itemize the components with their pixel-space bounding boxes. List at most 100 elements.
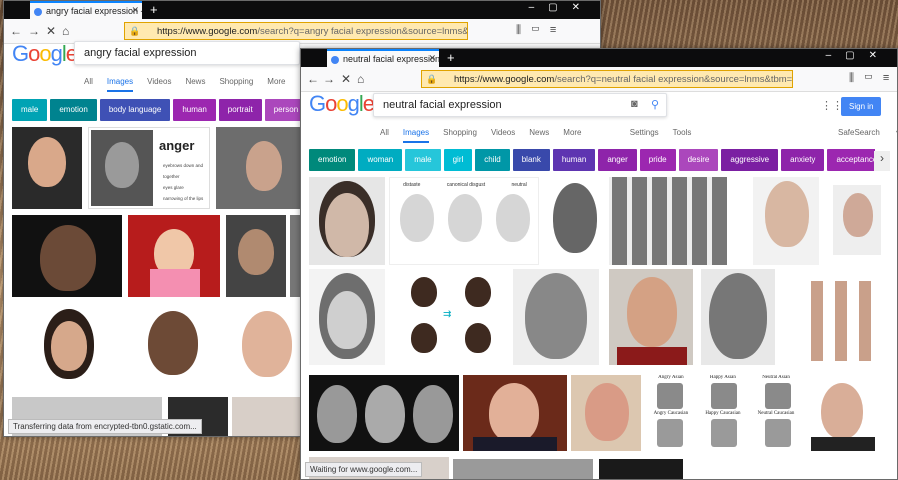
chip-blank[interactable]: blank xyxy=(512,149,550,171)
search-icon[interactable]: ⚲ xyxy=(651,98,659,111)
forward-icon[interactable]: → xyxy=(28,24,40,38)
search-query: neutral facial expression xyxy=(383,99,502,111)
image-result-expression-chart[interactable] xyxy=(799,269,881,365)
stop-icon[interactable]: ✕ xyxy=(46,24,56,38)
chip-emotion[interactable]: emotion xyxy=(309,149,356,171)
image-result[interactable] xyxy=(309,177,385,265)
image-result-face-grid[interactable] xyxy=(609,177,727,265)
tab-title: angry facial expression - Go xyxy=(46,6,142,16)
chip-aggressive[interactable]: aggressive xyxy=(721,149,779,171)
chevron-right-icon[interactable]: › xyxy=(874,151,890,171)
back-icon[interactable]: ← xyxy=(307,72,319,86)
new-tab-icon[interactable]: + xyxy=(150,2,158,17)
chip-male[interactable]: male xyxy=(12,99,48,121)
home-icon[interactable]: ⌂ xyxy=(357,72,364,86)
new-tab-icon[interactable]: + xyxy=(447,50,455,65)
image-result[interactable] xyxy=(134,303,214,389)
url-path: /search?q=angry facial expression&source… xyxy=(257,26,468,37)
tab-images[interactable]: Images xyxy=(402,128,430,143)
camera-icon[interactable]: ◙ xyxy=(631,98,638,110)
image-result[interactable] xyxy=(216,303,302,389)
panel-label: neutral xyxy=(511,182,527,188)
tab-more[interactable]: More xyxy=(563,128,581,137)
image-result[interactable] xyxy=(216,127,302,209)
image-result[interactable] xyxy=(701,269,775,365)
image-result[interactable] xyxy=(12,215,122,297)
tab-news[interactable]: News xyxy=(529,128,549,137)
front-browser-window: neutral facial expression - Go✕ + –▢✕ ← … xyxy=(300,48,898,480)
image-result[interactable] xyxy=(309,269,385,365)
image-result[interactable] xyxy=(753,177,819,265)
image-result[interactable] xyxy=(232,397,302,436)
chip-body-language[interactable]: body language xyxy=(99,99,171,121)
chip-anger[interactable]: anger xyxy=(598,149,637,171)
tab-bar: angry facial expression - Go✕ + –▢✕ xyxy=(4,1,600,19)
google-logo[interactable]: Google xyxy=(12,41,78,67)
chip-portrait[interactable]: portrait xyxy=(218,99,262,121)
image-result-asian-caucasian-grid[interactable]: Angry Asian Happy Asian Neutral Asian Angr… xyxy=(645,375,803,451)
tab-videos[interactable]: Videos xyxy=(491,128,515,137)
tab-all[interactable]: All xyxy=(84,77,93,86)
tab-images[interactable]: Images xyxy=(106,77,134,92)
image-result[interactable] xyxy=(545,177,605,265)
image-result-diagram[interactable]: ⇉ xyxy=(395,269,507,365)
image-result[interactable] xyxy=(24,303,116,389)
chip-desire[interactable]: desire xyxy=(678,149,719,171)
safesearch-link[interactable]: SafeSearch ▾ xyxy=(838,128,897,137)
tab-angry[interactable]: angry facial expression - Go✕ xyxy=(30,1,142,19)
image-result-anger-card[interactable]: anger eyebrows down and together eyes gl… xyxy=(88,127,210,209)
google-logo[interactable]: Google xyxy=(309,91,375,117)
search-input[interactable]: neutral facial expression ◙ ⚲ xyxy=(373,93,667,117)
tab-news[interactable]: News xyxy=(185,77,205,86)
chip-girl[interactable]: girl xyxy=(443,149,473,171)
forward-icon[interactable]: → xyxy=(323,72,335,86)
chip-emotion[interactable]: emotion xyxy=(50,99,97,121)
image-result[interactable] xyxy=(571,375,641,451)
close-tab-icon[interactable]: ✕ xyxy=(428,53,436,64)
image-result[interactable] xyxy=(12,127,82,209)
chip-anxiety[interactable]: anxiety xyxy=(781,149,825,171)
image-result[interactable] xyxy=(453,459,593,479)
toolbar-icons[interactable]: ⫼▭≡ xyxy=(849,72,897,85)
window-controls[interactable]: –▢✕ xyxy=(529,2,594,13)
chip-human[interactable]: human xyxy=(173,99,216,121)
search-input[interactable]: angry facial expression xyxy=(74,41,300,65)
settings-link[interactable]: Settings xyxy=(630,128,659,137)
search-tabs: All Images Videos News Shopping More xyxy=(84,77,300,92)
image-result[interactable] xyxy=(128,215,220,297)
chip-child[interactable]: child xyxy=(475,149,510,171)
tools-link[interactable]: Tools xyxy=(673,128,692,137)
image-result[interactable] xyxy=(833,185,881,255)
tab-shopping[interactable]: Shopping xyxy=(219,77,253,86)
image-result[interactable] xyxy=(609,269,693,365)
close-tab-icon[interactable]: ✕ xyxy=(131,5,139,16)
back-icon[interactable]: ← xyxy=(10,24,22,38)
tab-more[interactable]: More xyxy=(267,77,285,86)
tab-videos[interactable]: Videos xyxy=(147,77,171,86)
tab-shopping[interactable]: Shopping xyxy=(443,128,477,137)
url-bar[interactable]: 🔒 https://www.google.com/search?q=neutra… xyxy=(421,70,793,88)
nav-bar: ← → ✕ ⌂ 🔒 https://www.google.com/search?… xyxy=(301,67,897,92)
home-icon[interactable]: ⌂ xyxy=(62,24,69,38)
chip-human[interactable]: human xyxy=(552,149,596,171)
image-result[interactable] xyxy=(463,375,567,451)
tab-all[interactable]: All xyxy=(380,128,389,137)
chip-acceptance[interactable]: acceptance xyxy=(827,149,875,171)
image-result-disgust-panel[interactable]: distaste canonical disgust neutral xyxy=(389,177,539,265)
chip-pride[interactable]: pride xyxy=(639,149,676,171)
chip-woman[interactable]: woman xyxy=(358,149,403,171)
image-result[interactable] xyxy=(513,269,599,365)
toolbar-icons[interactable]: ⫼▭≡ xyxy=(516,24,566,37)
url-bar[interactable]: 🔒 https://www.google.com/search?q=angry … xyxy=(124,22,468,40)
window-controls[interactable]: –▢✕ xyxy=(826,50,891,61)
signin-button[interactable]: Sign in xyxy=(841,97,882,116)
image-result[interactable] xyxy=(309,375,459,451)
stop-icon[interactable]: ✕ xyxy=(341,72,351,86)
chip-male[interactable]: male xyxy=(405,149,441,171)
image-result[interactable] xyxy=(805,375,881,451)
image-result[interactable] xyxy=(599,459,683,479)
grid-label: Angry Caucasian xyxy=(653,411,689,416)
image-result[interactable] xyxy=(226,215,286,297)
grid-label: Neutral Caucasian xyxy=(757,411,795,416)
tab-neutral[interactable]: neutral facial expression - Go✕ xyxy=(327,49,439,67)
